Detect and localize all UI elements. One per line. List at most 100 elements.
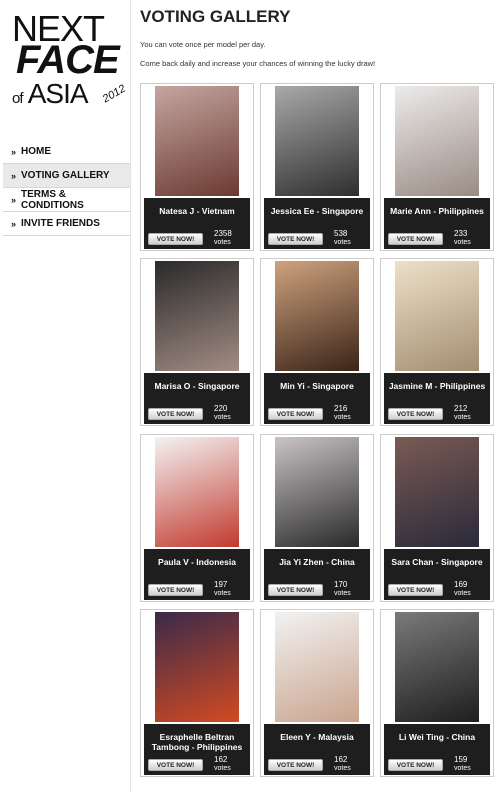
- model-card: Marisa O - Singapore VOTE NOW! 220 votes: [140, 258, 254, 426]
- model-caption: Esraphelle Beltran Tambong - Philippines…: [144, 724, 250, 775]
- vote-now-button[interactable]: VOTE NOW!: [388, 759, 443, 771]
- model-caption: Li Wei Ting - China VOTE NOW! 159 votes: [384, 724, 490, 775]
- model-card: Eleen Y - Malaysia VOTE NOW! 162 votes: [260, 609, 374, 777]
- vote-count: 538: [334, 229, 348, 238]
- model-photo[interactable]: [155, 261, 239, 371]
- model-card: Min Yi - Singapore VOTE NOW! 216 votes: [260, 258, 374, 426]
- model-caption: Paula V - Indonesia VOTE NOW! 197 votes: [144, 549, 250, 600]
- votes-label: votes: [334, 239, 351, 246]
- vote-now-button[interactable]: VOTE NOW!: [388, 233, 443, 245]
- logo-asia: ASIA: [27, 78, 89, 109]
- model-photo[interactable]: [275, 437, 359, 547]
- model-photo[interactable]: [155, 437, 239, 547]
- vote-count: 162: [214, 755, 228, 764]
- logo-line-face: FACE: [16, 38, 120, 82]
- sidebar-item-terms-conditions[interactable]: » TERMS & CONDITIONS: [3, 188, 130, 212]
- vote-rule-text: You can vote once per model per day.: [140, 40, 266, 49]
- vote-now-button[interactable]: VOTE NOW!: [388, 584, 443, 596]
- vote-count: 169: [454, 580, 468, 589]
- model-caption: Marie Ann - Philippines VOTE NOW! 233 votes: [384, 198, 490, 249]
- vote-now-button[interactable]: VOTE NOW!: [148, 408, 203, 420]
- sidebar-item-label: TERMS & CONDITIONS: [21, 188, 84, 211]
- vote-now-button[interactable]: VOTE NOW!: [148, 233, 203, 245]
- model-photo[interactable]: [395, 86, 479, 196]
- model-photo[interactable]: [155, 86, 239, 196]
- vote-now-button[interactable]: VOTE NOW!: [268, 233, 323, 245]
- vote-count: 216: [334, 404, 348, 413]
- model-photo[interactable]: [395, 437, 479, 547]
- vote-now-button[interactable]: VOTE NOW!: [388, 408, 443, 420]
- sidebar-item-voting-gallery[interactable]: » VOTING GALLERY: [3, 164, 130, 188]
- model-name: Li Wei Ting - China: [398, 732, 476, 742]
- model-name: Paula V - Indonesia: [158, 557, 236, 567]
- model-card: Paula V - Indonesia VOTE NOW! 197 votes: [140, 434, 254, 602]
- model-card: Jasmine M - Philippines VOTE NOW! 212 votes: [380, 258, 494, 426]
- sidebar-item-invite-friends[interactable]: » INVITE FRIENDS: [3, 212, 130, 236]
- model-card: Sara Chan - Singapore VOTE NOW! 169 votes: [380, 434, 494, 602]
- votes-label: votes: [454, 765, 471, 772]
- votes-label: votes: [454, 590, 471, 597]
- votes-label: votes: [214, 239, 231, 246]
- model-photo[interactable]: [275, 612, 359, 722]
- model-name: Sara Chan - Singapore: [391, 557, 483, 567]
- model-card: Li Wei Ting - China VOTE NOW! 159 votes: [380, 609, 494, 777]
- model-caption: Marisa O - Singapore VOTE NOW! 220 votes: [144, 373, 250, 424]
- model-name: Marie Ann - Philippines: [390, 206, 484, 216]
- votes-label: votes: [334, 590, 351, 597]
- model-photo[interactable]: [155, 612, 239, 722]
- logo-line-asia: of ASIA: [12, 78, 89, 110]
- vote-count: 212: [454, 404, 468, 413]
- model-name: Jia Yi Zhen - China: [279, 557, 355, 567]
- model-photo[interactable]: [395, 261, 479, 371]
- votes-label: votes: [334, 765, 351, 772]
- vote-count: 220: [214, 404, 228, 413]
- sidebar: NEXT FACE of ASIA 2012 » HOME » VOTING GALL…: [0, 0, 131, 792]
- model-card: Jessica Ee - Singapore VOTE NOW! 538 votes: [260, 83, 374, 251]
- vote-count: 197: [214, 580, 228, 589]
- next-face-of-asia-logo[interactable]: NEXT FACE of ASIA 2012: [12, 8, 128, 112]
- vote-now-button[interactable]: VOTE NOW!: [148, 584, 203, 596]
- vote-count: 170: [334, 580, 348, 589]
- model-photo[interactable]: [275, 261, 359, 371]
- model-card: Jia Yi Zhen - China VOTE NOW! 170 votes: [260, 434, 374, 602]
- model-name: Marisa O - Singapore: [154, 381, 240, 391]
- vote-now-button[interactable]: VOTE NOW!: [148, 759, 203, 771]
- model-card: Natesa J - Vietnam VOTE NOW! 2358 votes: [140, 83, 254, 251]
- chevron-right-icon: »: [11, 218, 17, 229]
- model-name: Esraphelle Beltran Tambong - Philippines: [151, 732, 243, 752]
- vote-count: 233: [454, 229, 468, 238]
- sidebar-item-label: INVITE FRIENDS: [21, 218, 100, 229]
- model-card: Esraphelle Beltran Tambong - Philippines…: [140, 609, 254, 777]
- model-name: Jessica Ee - Singapore: [270, 206, 364, 216]
- model-caption: Natesa J - Vietnam VOTE NOW! 2358 votes: [144, 198, 250, 249]
- model-caption: Sara Chan - Singapore VOTE NOW! 169 votes: [384, 549, 490, 600]
- chevron-right-icon: »: [11, 170, 17, 181]
- model-name: Eleen Y - Malaysia: [280, 732, 354, 742]
- model-caption: Eleen Y - Malaysia VOTE NOW! 162 votes: [264, 724, 370, 775]
- votes-label: votes: [214, 765, 231, 772]
- model-photo[interactable]: [275, 86, 359, 196]
- vote-now-button[interactable]: VOTE NOW!: [268, 759, 323, 771]
- vote-now-button[interactable]: VOTE NOW!: [268, 584, 323, 596]
- model-name: Min Yi - Singapore: [280, 381, 354, 391]
- lucky-draw-text: Come back daily and increase your chance…: [140, 59, 376, 68]
- vote-count: 2358: [214, 229, 232, 238]
- votes-label: votes: [454, 239, 471, 246]
- model-caption: Jessica Ee - Singapore VOTE NOW! 538 votes: [264, 198, 370, 249]
- vote-now-button[interactable]: VOTE NOW!: [268, 408, 323, 420]
- votes-label: votes: [214, 590, 231, 597]
- model-name: Jasmine M - Philippines: [388, 381, 486, 391]
- votes-label: votes: [214, 414, 231, 421]
- sidebar-nav: » HOME» VOTING GALLERY» TERMS & CONDITIONS»…: [3, 140, 130, 236]
- votes-label: votes: [454, 414, 471, 421]
- model-name: Natesa J - Vietnam: [159, 206, 235, 216]
- model-caption: Jasmine M - Philippines VOTE NOW! 212 votes: [384, 373, 490, 424]
- page-title: VOTING GALLERY: [140, 7, 291, 26]
- sidebar-item-home[interactable]: » HOME: [3, 140, 130, 164]
- logo-year: 2012: [100, 82, 128, 106]
- sidebar-item-label: HOME: [21, 146, 52, 157]
- vote-count: 159: [454, 755, 468, 764]
- sidebar-item-label: VOTING GALLERY: [21, 170, 110, 181]
- vote-count: 162: [334, 755, 348, 764]
- model-photo[interactable]: [395, 612, 479, 722]
